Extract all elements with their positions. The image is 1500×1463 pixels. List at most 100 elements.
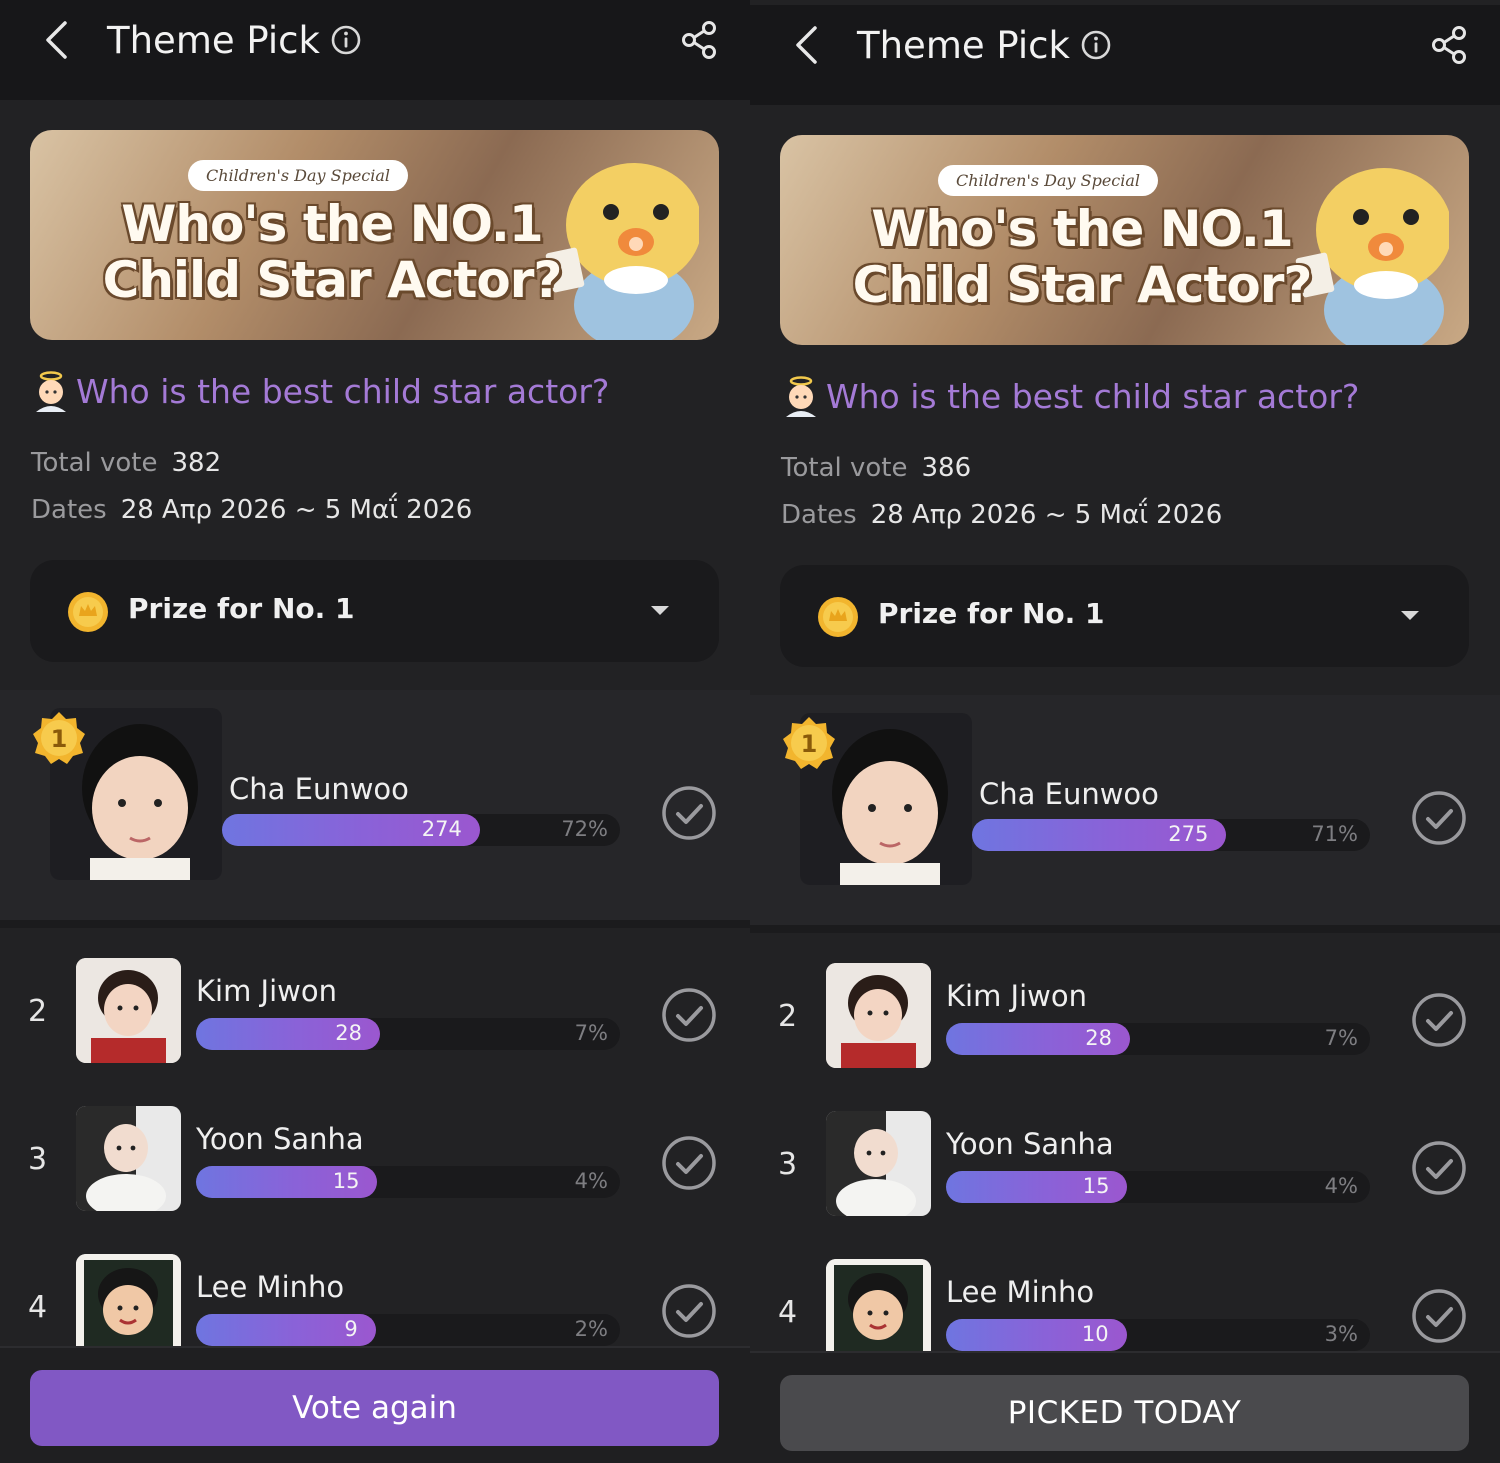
vote-count: 274 [421, 817, 462, 841]
banner-headline: Who's the NO.1 Child Star Actor? [802, 201, 1362, 313]
candidate-photo [826, 1259, 931, 1351]
medal-rank: 1 [801, 730, 818, 758]
poll-question: Who is the best child star actor? [780, 375, 1359, 417]
total-vote-label: Total vote [781, 453, 908, 483]
check-circle-icon[interactable] [1410, 1287, 1468, 1345]
medal-rank: 1 [51, 725, 68, 753]
child-portrait-image [826, 1259, 931, 1351]
candidate-row[interactable]: 1 Cha Eunwoo 274 72% [0, 708, 750, 888]
prize-dropdown[interactable]: Prize for No. 1 [30, 560, 719, 662]
candidate-rank: 2 [778, 999, 798, 1034]
divider [750, 925, 1500, 933]
check-circle-icon[interactable] [660, 1282, 718, 1340]
back-button[interactable] [36, 18, 76, 62]
vote-bar: 274 72% [222, 814, 620, 846]
candidate-name: Yoon Sanha [196, 1122, 364, 1156]
prize-dropdown[interactable]: Prize for No. 1 [780, 565, 1469, 667]
vote-bar-fill: 9 [196, 1314, 376, 1346]
poll-question: Who is the best child star actor? [30, 370, 609, 412]
check-circle-icon[interactable] [660, 986, 718, 1044]
candidate-photo [76, 1106, 181, 1211]
check-circle-icon[interactable] [1410, 789, 1468, 847]
coin-icon [818, 597, 858, 637]
banner-tag: Children's Day Special [938, 165, 1159, 196]
dates-row: Dates 28 Απρ 2026 ~ 5 Μαΐ 2026 [31, 495, 472, 525]
candidate-row[interactable]: 3 Yoon Sanha 15 4% [750, 1111, 1500, 1221]
total-vote-value: 382 [171, 448, 222, 478]
bottom-bar: Vote again [0, 1346, 750, 1463]
angel-baby-icon [36, 371, 66, 412]
vote-bar-fill: 275 [972, 819, 1227, 851]
back-button[interactable] [786, 23, 826, 67]
info-icon[interactable] [1080, 29, 1112, 61]
vote-count: 9 [344, 1317, 358, 1341]
check-circle-icon[interactable] [1410, 1139, 1468, 1197]
candidate-row[interactable]: 2 Kim Jiwon 28 7% [0, 958, 750, 1068]
child-portrait-image [76, 1254, 181, 1346]
vote-bar-fill: 274 [222, 814, 480, 846]
child-portrait-image [826, 1111, 931, 1216]
vote-percent: 7% [574, 1021, 608, 1045]
child-portrait-image [76, 1106, 181, 1211]
vote-again-button[interactable]: Vote again [30, 1370, 719, 1446]
check-circle-icon[interactable] [1410, 991, 1468, 1049]
event-banner[interactable]: Children's Day Special Who's the NO.1 Ch… [30, 130, 719, 340]
bottom-bar: PICKED TODAY [750, 1351, 1500, 1463]
picked-today-button[interactable]: PICKED TODAY [780, 1375, 1469, 1451]
vote-count: 28 [335, 1021, 363, 1045]
vote-bar-fill: 10 [946, 1319, 1127, 1351]
candidate-name: Lee Minho [946, 1275, 1095, 1309]
vote-count: 10 [1081, 1322, 1109, 1346]
gold-medal-icon: 1 [783, 717, 835, 769]
gold-medal-icon: 1 [33, 712, 85, 764]
share-icon[interactable] [1430, 25, 1470, 65]
vote-bar: 15 4% [946, 1171, 1370, 1203]
vote-bar: 15 4% [196, 1166, 620, 1198]
candidate-row[interactable]: 2 Kim Jiwon 28 7% [750, 963, 1500, 1073]
candidate-row[interactable]: 4 Lee Minho 10 3% [750, 1259, 1500, 1351]
dates-value: 28 Απρ 2026 ~ 5 Μαΐ 2026 [870, 500, 1223, 530]
check-circle-icon[interactable] [660, 784, 718, 842]
candidate-photo [826, 963, 931, 1068]
dates-value: 28 Απρ 2026 ~ 5 Μαΐ 2026 [120, 495, 473, 525]
vote-bar: 28 7% [196, 1018, 620, 1050]
candidate-name: Cha Eunwoo [229, 772, 409, 806]
total-vote-value: 386 [921, 453, 972, 483]
candidate-row[interactable]: 1 Cha Eunwoo 275 71% [750, 713, 1500, 893]
banner-line-2: Child Star Actor? [852, 256, 1313, 314]
candidate-rank: 2 [28, 994, 48, 1029]
dates-label: Dates [31, 495, 107, 525]
prize-label: Prize for No. 1 [128, 592, 355, 625]
vote-bar-fill: 15 [196, 1166, 378, 1198]
event-banner[interactable]: Children's Day Special Who's the NO.1 Ch… [780, 135, 1469, 345]
coin-icon [68, 592, 108, 632]
dates-label: Dates [781, 500, 857, 530]
candidate-row[interactable]: 4 Lee Minho 9 2% [0, 1254, 750, 1346]
vote-percent: 4% [1324, 1174, 1358, 1198]
vote-bar-fill: 15 [946, 1171, 1128, 1203]
vote-percent: 71% [1311, 822, 1358, 846]
vote-percent: 72% [561, 817, 608, 841]
total-vote-label: Total vote [31, 448, 158, 478]
candidate-photo [76, 958, 181, 1063]
dates-row: Dates 28 Απρ 2026 ~ 5 Μαΐ 2026 [781, 500, 1222, 530]
banner-tag: Children's Day Special [188, 160, 409, 191]
candidate-row[interactable]: 3 Yoon Sanha 15 4% [0, 1106, 750, 1216]
check-circle-icon[interactable] [660, 1134, 718, 1192]
info-icon[interactable] [330, 24, 362, 56]
share-icon[interactable] [680, 20, 720, 60]
vote-count: 275 [1168, 822, 1209, 846]
total-vote-row: Total vote 382 [31, 448, 221, 478]
angel-baby-icon [786, 376, 816, 417]
banner-line-2: Child Star Actor? [102, 251, 563, 309]
vote-count: 15 [332, 1169, 360, 1193]
candidate-name: Yoon Sanha [946, 1127, 1114, 1161]
candidate-rank: 3 [28, 1142, 48, 1177]
vote-count: 28 [1085, 1026, 1113, 1050]
divider [0, 920, 750, 928]
vote-bar: 28 7% [946, 1023, 1370, 1055]
chevron-left-icon [46, 21, 67, 59]
candidate-rank: 3 [778, 1147, 798, 1182]
child-portrait-image [76, 958, 181, 1063]
chevron-left-icon [796, 26, 817, 64]
